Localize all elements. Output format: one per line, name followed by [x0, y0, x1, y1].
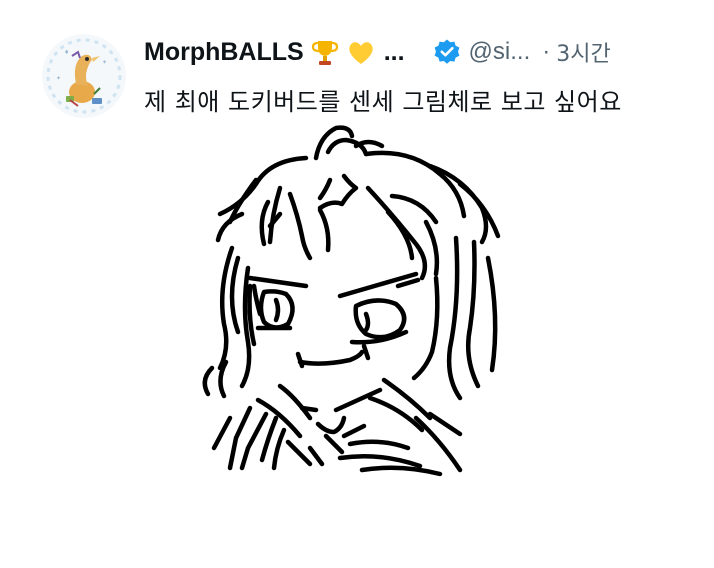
svg-text:♦: ♦ — [64, 49, 69, 56]
line-art-drawing-icon — [202, 125, 501, 477]
tweet-text: 제 최애 도키버드를 센세 그림체로 보고 싶어요 — [144, 88, 622, 116]
tweet-card[interactable]: ♦ ✦ ✦ MorphBALLS ... @si... · 3시간 제 최애 도… — [0, 0, 714, 568]
header-separator: · — [542, 38, 551, 65]
svg-text:✦: ✦ — [102, 59, 107, 66]
author-display-name[interactable]: MorphBALLS — [144, 38, 304, 67]
tweet-media-drawing[interactable] — [130, 118, 590, 548]
yellow-heart-icon — [346, 37, 376, 67]
trophy-icon — [310, 37, 340, 67]
avatar-image: ♦ ✦ ✦ — [42, 34, 126, 118]
name-truncation: ... — [383, 37, 405, 66]
tweet-header: MorphBALLS ... @si... · 3시간 — [144, 36, 611, 68]
author-handle[interactable]: @si... — [469, 38, 531, 66]
author-avatar[interactable]: ♦ ✦ ✦ — [42, 34, 126, 118]
tweet-timestamp[interactable]: 3시간 — [556, 36, 610, 68]
verified-badge-icon[interactable] — [433, 38, 461, 66]
svg-text:✦: ✦ — [56, 75, 61, 82]
